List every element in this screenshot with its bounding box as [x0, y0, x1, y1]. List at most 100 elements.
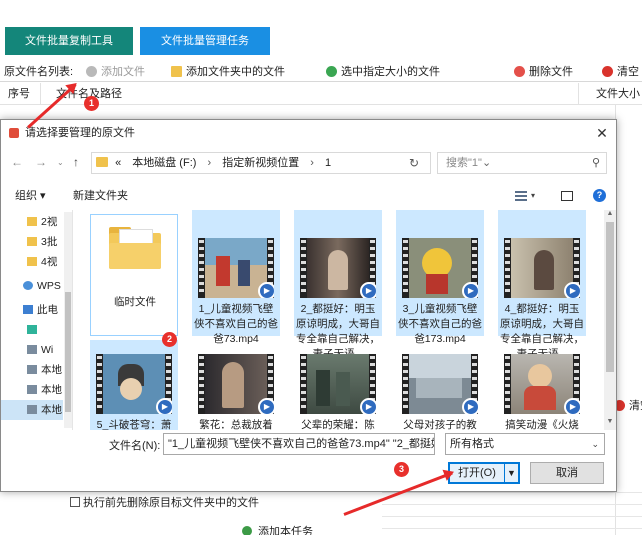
video-item[interactable]: ▶ 繁花：总裁放着	[192, 340, 280, 430]
up-icon[interactable]: ↑	[73, 155, 79, 169]
video-badge-icon: ▶	[462, 398, 478, 414]
dialog-title: 请选择要管理的原文件	[25, 127, 135, 139]
minus-circle-icon	[514, 66, 525, 77]
address-drive[interactable]: 本地磁盘 (F:)	[132, 157, 196, 169]
app-drive-icon	[27, 325, 37, 334]
annotation-badge-2: 2	[162, 332, 177, 347]
drive-icon	[27, 345, 37, 354]
file-type-select[interactable]: 所有格式 ⌄	[445, 433, 605, 455]
back-icon[interactable]: ←	[11, 155, 23, 169]
folder-icon	[96, 157, 108, 167]
video-item[interactable]: ▶ 5_斗破苍穹：萧	[90, 340, 178, 430]
file-toolbar: 原文件名列表: 添加文件 添加文件夹中的文件 选中指定大小的文件 删除文件 清空	[0, 62, 642, 82]
nav-item-folder-3[interactable]: 3批	[1, 232, 63, 252]
address-overflow[interactable]: «	[115, 157, 121, 169]
add-folder-files-button[interactable]: 添加文件夹中的文件	[171, 64, 285, 80]
address-bar-row: ← → ⌄ ↑ « 本地磁盘 (F:) › 指定新视频位置 › 1 ⌄ ↻ 搜索…	[1, 148, 616, 178]
search-input[interactable]: 搜索"1" ⚲	[437, 152, 607, 174]
open-button[interactable]: 打开(O) ▼	[448, 462, 520, 484]
nav-item-local-disk[interactable]: 本地	[1, 380, 63, 400]
scroll-down-icon[interactable]: ▼	[604, 418, 616, 430]
folder-item[interactable]: 临时文件	[90, 214, 178, 336]
add-icon	[242, 526, 252, 535]
scroll-thumb[interactable]	[65, 292, 71, 412]
scroll-thumb[interactable]	[606, 222, 614, 372]
nav-item-wps[interactable]: WPS	[1, 276, 63, 296]
video-item[interactable]: ▶ 1_儿童视频飞壁侠不喜欢自己的爸爸73.mp4	[192, 210, 280, 345]
clear-button-secondary[interactable]: 清空	[614, 397, 642, 413]
video-thumbnail: ▶	[300, 354, 376, 414]
video-item[interactable]: ▶ 搞笑动漫《火烧	[498, 340, 586, 430]
task-list-grid	[382, 492, 642, 535]
folder-icon	[27, 217, 37, 226]
filename-input[interactable]: "1_儿童视频飞壁侠不喜欢自己的爸爸73.mp4" "2_都挺好	[163, 433, 435, 455]
nav-item-folder-4[interactable]: 4视	[1, 252, 63, 272]
column-divider	[40, 83, 41, 105]
tab-batch-copy-tool[interactable]: 文件批量复制工具	[5, 27, 133, 55]
view-mode-icon[interactable]	[515, 191, 527, 201]
address-bar[interactable]: « 本地磁盘 (F:) › 指定新视频位置 › 1 ⌄	[91, 152, 491, 174]
clear-button[interactable]: 清空	[602, 64, 639, 80]
close-icon[interactable]: ✕	[594, 120, 610, 146]
add-task-button[interactable]: 添加本任务	[242, 523, 313, 535]
folder-icon	[171, 66, 182, 77]
nav-item-drive[interactable]	[1, 320, 63, 340]
video-badge-icon: ▶	[156, 398, 172, 414]
grid-scrollbar[interactable]: ▲ ▼	[604, 210, 616, 430]
nav-item-this-pc[interactable]: 此电	[1, 300, 63, 320]
cancel-button[interactable]: 取消	[530, 462, 604, 484]
cloud-icon	[23, 281, 33, 290]
recent-dropdown-icon[interactable]: ⌄	[57, 158, 64, 167]
video-badge-icon: ▶	[258, 282, 274, 298]
preview-pane-icon[interactable]	[561, 191, 573, 201]
add-file-icon	[86, 66, 97, 77]
video-thumbnail: ▶	[504, 354, 580, 414]
video-badge-icon: ▶	[564, 282, 580, 298]
scroll-up-icon[interactable]: ▲	[604, 210, 616, 222]
delete-source-option[interactable]: 执行前先删除原目标文件夹中的文件	[70, 494, 259, 510]
column-size[interactable]: 文件大小	[596, 83, 640, 105]
delete-source-checkbox[interactable]	[70, 497, 80, 507]
file-caption: 父辈的荣耀：陈	[301, 419, 375, 430]
add-file-button[interactable]: 添加文件	[86, 64, 145, 80]
nav-item-folder-2[interactable]: 2视	[1, 212, 63, 232]
video-badge-icon: ▶	[360, 282, 376, 298]
video-thumbnail: ▶	[402, 354, 478, 414]
view-dropdown-icon[interactable]: ▾	[531, 183, 535, 209]
new-folder-button[interactable]: 新建文件夹	[73, 183, 128, 209]
chevron-down-icon[interactable]: ⌄	[425, 438, 433, 449]
video-thumbnail: ▶	[96, 354, 172, 414]
video-item[interactable]: ▶ 3_儿童视频飞壁侠不喜欢自己的爸爸173.mp4	[396, 210, 484, 345]
drive-icon	[27, 365, 37, 374]
organize-button[interactable]: 组织 ▾	[15, 183, 46, 209]
app-icon	[9, 128, 19, 138]
select-by-size-button[interactable]: 选中指定大小的文件	[326, 64, 440, 80]
chevron-right-icon: ›	[207, 157, 212, 169]
tab-batch-manage-task[interactable]: 文件批量管理任务	[140, 27, 270, 55]
video-thumbnail: ▶	[198, 354, 274, 414]
file-caption: 繁花：总裁放着	[199, 419, 273, 430]
column-index[interactable]: 序号	[8, 83, 30, 105]
video-item[interactable]: ▶ 父母对孩子的教	[396, 340, 484, 430]
delete-file-button[interactable]: 删除文件	[514, 64, 573, 80]
video-item[interactable]: ▶ 父辈的荣耀：陈	[294, 340, 382, 430]
video-item[interactable]: ▶ 4_都挺好：明玉原谅明成，大哥自专全靠自己解决，妻子无语...	[498, 210, 586, 360]
address-subfolder[interactable]: 1	[325, 157, 331, 169]
nav-item-local-disk[interactable]: 本地	[1, 360, 63, 380]
annotation-badge-1: 1	[84, 96, 99, 111]
nav-item-local-disk-selected[interactable]: 本地	[1, 400, 63, 420]
video-thumbnail: ▶	[300, 238, 376, 298]
video-item[interactable]: ▶ 2_都挺好：明玉原谅明成，大哥自专全靠自己解决，妻子无语...	[294, 210, 382, 360]
address-folder[interactable]: 指定新视频位置	[222, 157, 299, 169]
nav-scrollbar[interactable]	[64, 212, 72, 428]
drive-icon	[27, 385, 37, 394]
help-icon[interactable]: ?	[593, 189, 606, 202]
video-badge-icon: ▶	[564, 398, 580, 414]
dialog-titlebar: 请选择要管理的原文件 ✕	[1, 120, 616, 146]
open-dropdown-icon[interactable]: ▼	[504, 464, 518, 482]
forward-icon[interactable]: →	[35, 155, 47, 169]
file-caption: 5_斗破苍穹：萧	[96, 419, 172, 430]
refresh-icon[interactable]: ↻	[403, 152, 425, 174]
nav-item-windows[interactable]: Wi	[1, 340, 63, 360]
folder-icon	[27, 237, 37, 246]
